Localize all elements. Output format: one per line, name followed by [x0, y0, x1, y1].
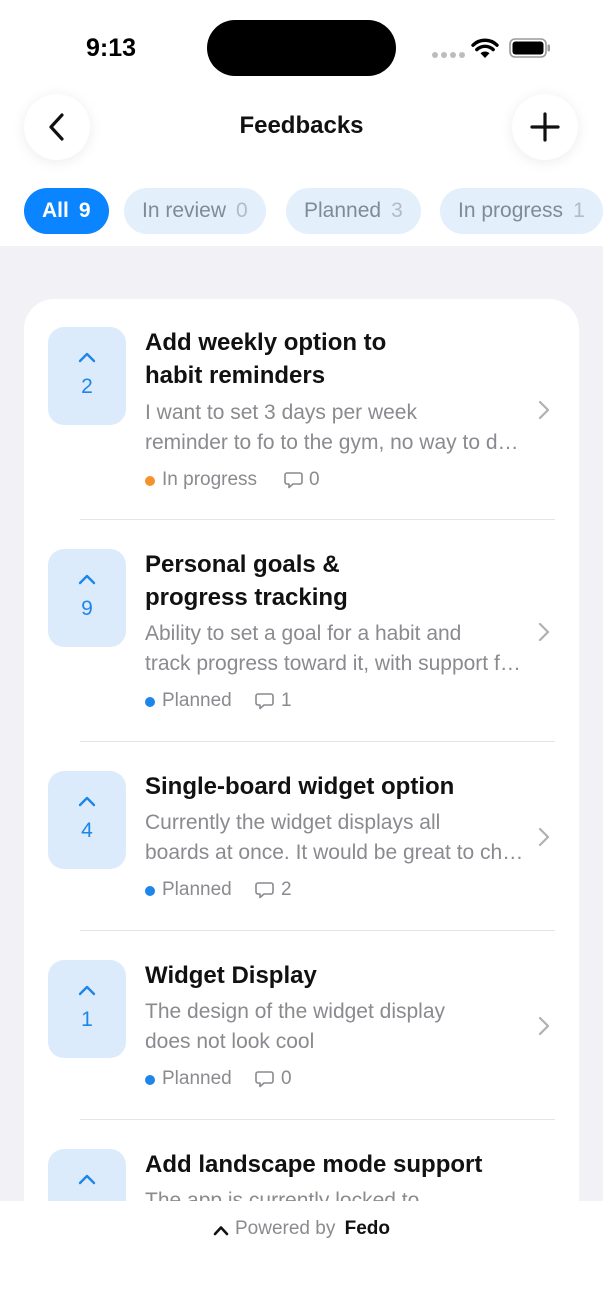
- dynamic-island: [207, 20, 396, 76]
- vote-count: 9: [81, 597, 93, 620]
- comment-count: 1: [281, 690, 292, 711]
- chevron-up-icon: [78, 796, 96, 807]
- description-line: boards at once. It would be great to cho…: [145, 841, 530, 864]
- description-line: I want to set 3 days per week: [145, 401, 417, 424]
- title-line: Add landscape mode support: [145, 1151, 483, 1178]
- feedback-title: Single-board widget option: [145, 770, 525, 803]
- upvote-button[interactable]: [48, 1149, 126, 1201]
- feedback-description: The app is currently locked to: [145, 1186, 530, 1201]
- upvote-button[interactable]: 9: [48, 549, 126, 647]
- status-label: Planned: [162, 1068, 232, 1089]
- filter-planned[interactable]: Planned 3: [286, 188, 421, 234]
- chevron-up-icon: [78, 985, 96, 996]
- comment-icon: [255, 693, 274, 710]
- description-line: Currently the widget displays all: [145, 811, 441, 834]
- vote-count: 2: [81, 375, 93, 398]
- powered-by-label: Powered by: [234, 1218, 336, 1239]
- filter-label: In progress: [458, 199, 564, 222]
- description-line: The design of the widget display: [145, 1000, 446, 1023]
- upvote-button[interactable]: 4: [48, 771, 126, 869]
- filter-count: 9: [78, 199, 91, 222]
- feedback-title: Add weekly option to habit reminders: [145, 326, 435, 392]
- description-line: reminder to fo to the gym, no way to do …: [145, 431, 530, 454]
- feedback-title: Add landscape mode support: [145, 1148, 525, 1181]
- title-line: habit reminders: [145, 362, 326, 389]
- title-line: Add weekly option to: [145, 329, 387, 356]
- chevron-up-icon: [78, 1174, 96, 1185]
- upvote-button[interactable]: 2: [48, 327, 126, 425]
- battery-icon: [509, 38, 550, 58]
- upvote-button[interactable]: 1: [48, 960, 126, 1058]
- wifi-icon: [471, 38, 499, 58]
- comment-icon: [255, 1071, 274, 1088]
- cellular-icon: [432, 52, 465, 58]
- content-area: 2 Add weekly option to habit reminders I…: [0, 246, 603, 1201]
- chevron-right-icon: [538, 827, 550, 847]
- filter-in-review[interactable]: In review 0: [124, 188, 266, 234]
- chevron-right-icon: [538, 1016, 550, 1036]
- status-dot-in-progress: [145, 476, 155, 486]
- feedback-list: 2 Add weekly option to habit reminders I…: [24, 299, 579, 1201]
- comment-icon: [255, 882, 274, 899]
- plus-icon: [530, 112, 560, 142]
- feedback-description: I want to set 3 days per week reminder t…: [145, 398, 530, 458]
- brand-name: Fedo: [344, 1218, 390, 1239]
- status-dot-planned: [145, 1075, 155, 1085]
- filter-label: In review: [142, 199, 227, 222]
- add-feedback-button[interactable]: [512, 94, 578, 160]
- feedback-description: Ability to set a goal for a habit and tr…: [145, 619, 530, 679]
- chevron-up-icon: [78, 352, 96, 363]
- chevron-up-icon: [213, 1226, 229, 1236]
- status-label: Planned: [162, 690, 232, 711]
- comment-count: 0: [309, 469, 320, 490]
- description-line: Ability to set a goal for a habit and: [145, 622, 462, 645]
- description-line: The app is currently locked to: [145, 1189, 420, 1201]
- feedback-title: Personal goals & progress tracking: [145, 548, 435, 614]
- comment-count: 0: [281, 1068, 292, 1089]
- comment-icon: [284, 472, 303, 489]
- title-line: Personal goals &: [145, 551, 340, 578]
- chevron-right-icon: [538, 400, 550, 420]
- description-line: track progress toward it, with support f…: [145, 652, 530, 675]
- filter-in-progress[interactable]: In progress 1: [440, 188, 603, 234]
- filter-bar: All 9 In review 0 Planned 3 In progress 1: [0, 186, 603, 236]
- feedback-item[interactable]: 9 Personal goals & progress tracking Abi…: [24, 520, 579, 742]
- chevron-right-icon: [538, 622, 550, 642]
- navigation-bar: Feedbacks: [0, 90, 603, 170]
- filter-all[interactable]: All 9: [24, 188, 109, 234]
- vote-count: 4: [81, 819, 93, 842]
- powered-by[interactable]: Powered by Fedo: [0, 1218, 603, 1240]
- description-line: does not look cool: [145, 1030, 315, 1053]
- feedback-item[interactable]: 2 Add weekly option to habit reminders I…: [24, 299, 579, 520]
- status-dot-planned: [145, 697, 155, 707]
- feedback-item[interactable]: 1 Widget Display The design of the widge…: [24, 931, 579, 1120]
- title-line: Single-board widget option: [145, 773, 455, 800]
- status-time: 9:13: [86, 34, 137, 62]
- comment-count: 2: [281, 879, 292, 900]
- footer: Powered by Fedo: [0, 1201, 603, 1311]
- filter-count: 3: [391, 199, 403, 222]
- filter-count: 0: [236, 199, 248, 222]
- status-label: Planned: [162, 879, 232, 900]
- title-line: Widget Display: [145, 962, 317, 989]
- feedback-description: The design of the widget display does no…: [145, 997, 530, 1057]
- filter-label: Planned: [304, 199, 382, 222]
- filter-label: All: [42, 199, 69, 222]
- filter-count: 1: [573, 199, 585, 222]
- feedback-item[interactable]: Add landscape mode support The app is cu…: [24, 1120, 579, 1201]
- title-line: progress tracking: [145, 584, 348, 611]
- status-label: In progress: [162, 469, 258, 490]
- vote-count: 1: [81, 1008, 93, 1031]
- feedback-item[interactable]: 4 Single-board widget option Currently t…: [24, 742, 579, 931]
- chevron-up-icon: [78, 574, 96, 585]
- feedback-title: Widget Display: [145, 959, 525, 992]
- status-dot-planned: [145, 886, 155, 896]
- feedback-description: Currently the widget displays all boards…: [145, 808, 530, 868]
- status-bar: 9:13: [0, 0, 603, 90]
